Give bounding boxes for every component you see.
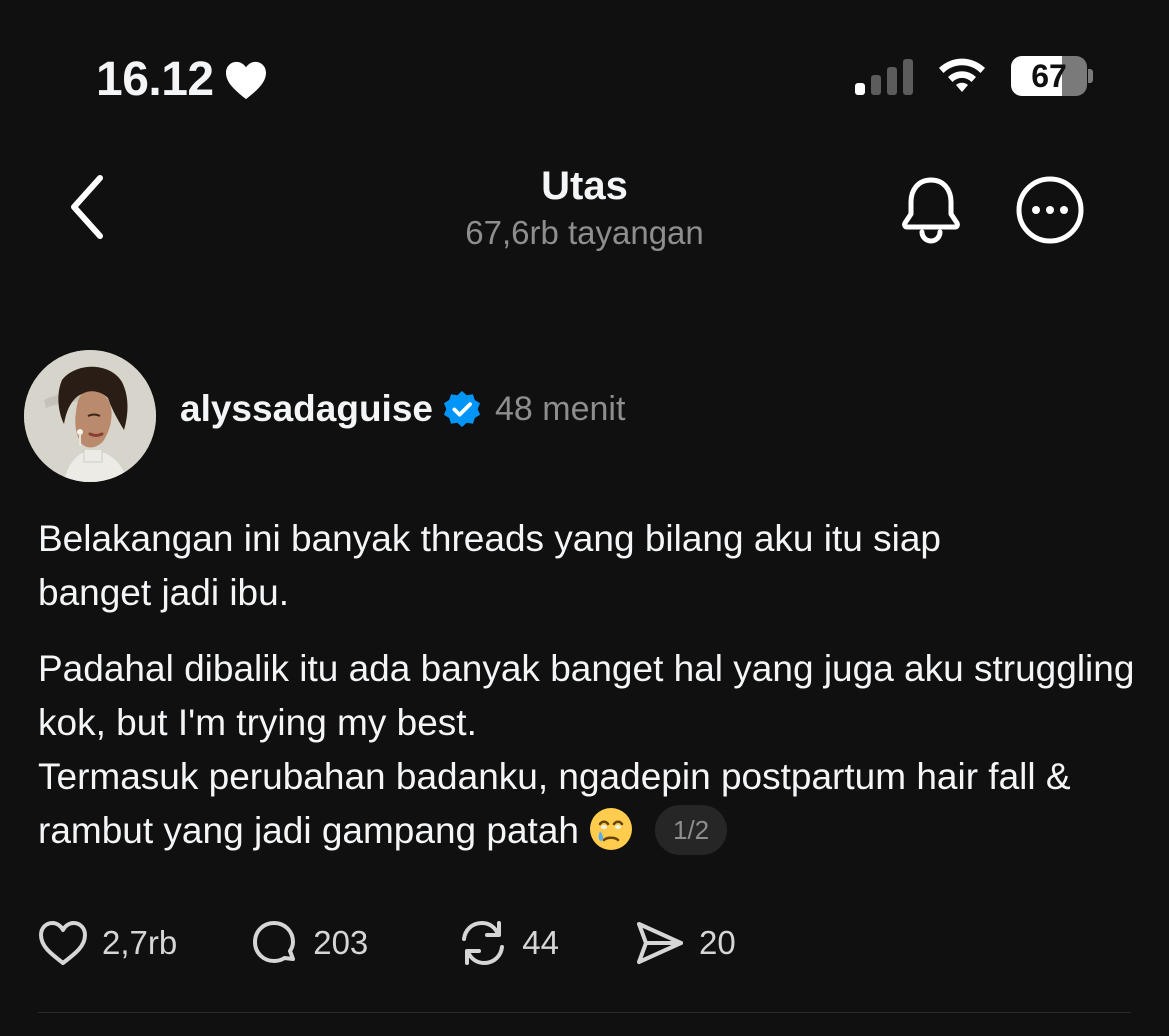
thread-page-indicator[interactable]: 1/2: [654, 805, 728, 855]
post-text: Belakangan ini banyak threads yang bilan…: [38, 512, 1148, 858]
share-count: 20: [699, 924, 736, 961]
heart-outline-icon: [39, 921, 87, 965]
face-holding-back-tears-icon: [587, 805, 635, 853]
reply-button[interactable]: 203: [247, 916, 368, 970]
post-timestamp: 48 menit: [494, 389, 626, 428]
status-indicators: 67: [855, 56, 1093, 96]
repost-count: 44: [522, 924, 559, 961]
post-line: banget jadi ibu.: [38, 572, 289, 613]
divider: [38, 1012, 1131, 1013]
notifications-button[interactable]: [898, 174, 964, 244]
avatar[interactable]: [24, 350, 156, 482]
post-header: alyssadaguise 48 menit: [180, 388, 625, 430]
battery-level: 67: [1031, 57, 1067, 94]
more-horizontal-icon: [1016, 176, 1084, 244]
like-button[interactable]: 2,7rb: [36, 916, 177, 970]
cellular-signal-icon: [855, 57, 913, 95]
share-button[interactable]: 20: [633, 916, 736, 970]
post-paragraph-with-emoji: Termasuk perubahan badanku, ngadepin pos…: [38, 750, 1148, 858]
signal-bar: [871, 75, 881, 95]
profile-photo: [24, 350, 156, 482]
more-options-button[interactable]: [1014, 174, 1086, 246]
battery-cap: [1088, 69, 1093, 83]
comment-bubble-icon: [253, 921, 296, 963]
post-paragraph: Padahal dibalik itu ada banyak banget ha…: [38, 648, 1135, 743]
reply-count: 203: [313, 924, 369, 961]
page-title: Utas: [541, 164, 628, 208]
post-actions: 2,7rb 203 44 20: [36, 916, 736, 970]
repost-icon: [462, 920, 505, 966]
repost-button[interactable]: 44: [456, 916, 559, 970]
threads-post-screen: 16.12 67 Utas 67,6rb tayangan alyssadagu…: [0, 0, 1169, 1036]
heart-icon: [225, 61, 266, 99]
post-paragraph: Belakangan ini banyak threads yang bilan…: [38, 512, 1148, 620]
status-time: 16.12: [96, 52, 268, 107]
battery-icon: 67: [1011, 56, 1093, 96]
send-icon: [637, 922, 683, 964]
signal-bar: [855, 83, 865, 95]
username-link[interactable]: alyssadaguise: [180, 388, 433, 430]
like-count: 2,7rb: [102, 924, 178, 961]
view-count: 67,6rb tayangan: [465, 214, 704, 251]
wifi-icon: [935, 56, 989, 96]
status-time-text: 16.12: [96, 53, 214, 106]
signal-bar: [887, 67, 897, 95]
verified-badge-icon: [443, 390, 481, 428]
post-paragraph: Termasuk perubahan badanku, ngadepin pos…: [38, 756, 1071, 851]
bell-icon: [902, 177, 960, 244]
signal-bar: [903, 59, 913, 95]
post-line: Belakangan ini banyak threads yang bilan…: [38, 518, 942, 559]
